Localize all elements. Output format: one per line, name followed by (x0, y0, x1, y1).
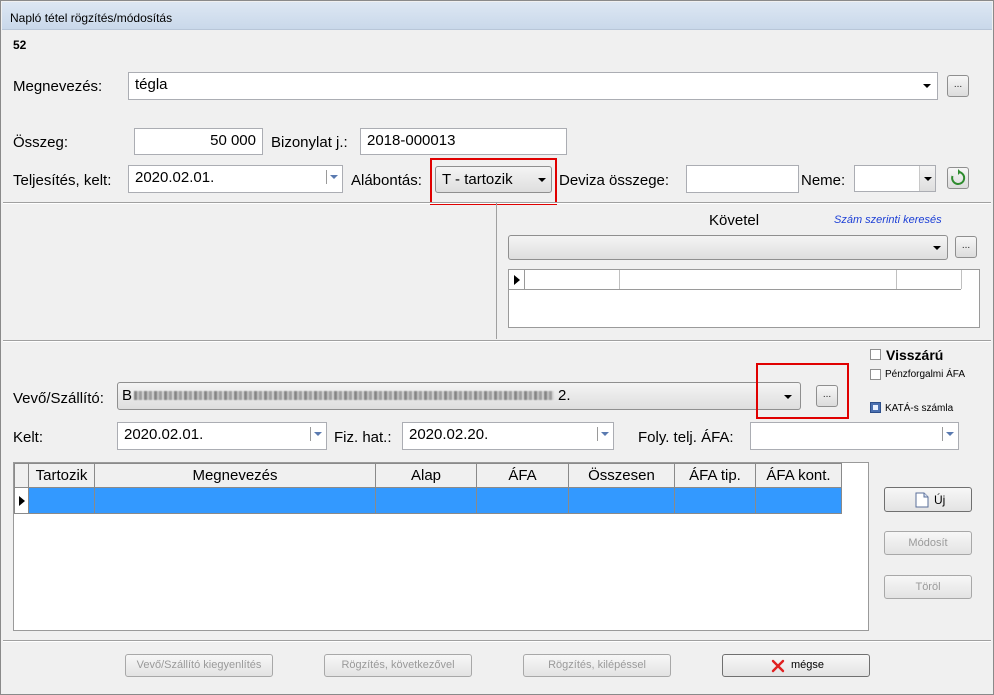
bizonylat-input[interactable]: 2018-000013 (360, 128, 567, 155)
title-bar: Napló tétel rögzítés/módosítás (2, 2, 992, 30)
megnevezes-browse-button[interactable]: ... (947, 75, 969, 97)
megse-button-label: mégse (791, 659, 825, 671)
modosit-button[interactable]: Módosít (884, 531, 972, 555)
alabontas-label: Alábontás: (351, 172, 422, 189)
column-header[interactable]: Tartozik (28, 463, 95, 488)
neme-label: Neme: (801, 172, 846, 189)
teljesites-label: Teljesítés, kelt: (13, 172, 112, 189)
bizonylat-label: Bizonylat j.: (271, 134, 348, 151)
kovetel-grid[interactable] (508, 269, 980, 328)
refresh-icon (951, 169, 966, 185)
teljesites-value: 2020.02.01. (135, 169, 215, 186)
close-icon (771, 659, 785, 673)
kata-szamla-label: KATÁ-s számla (885, 403, 954, 414)
megnevezes-label: Megnevezés: (13, 78, 103, 95)
column-header[interactable]: Összesen (568, 463, 675, 488)
table-header: Tartozik Megnevezés Alap ÁFA Összesen ÁF… (14, 463, 842, 488)
visszaru-label: Visszárú (886, 347, 944, 363)
column-header[interactable]: Alap (375, 463, 477, 488)
refresh-button[interactable] (947, 167, 969, 189)
visszaru-checkbox[interactable] (870, 349, 881, 360)
date-picker-icon[interactable] (310, 427, 322, 441)
column-header[interactable]: ÁFA (476, 463, 569, 488)
penzforgalmi-afa-checkbox[interactable] (870, 369, 881, 380)
chevron-down-icon (923, 84, 931, 88)
date-picker-icon[interactable] (597, 427, 609, 441)
kata-szamla-checkbox[interactable] (870, 402, 881, 413)
highlight-box-vevo (756, 363, 849, 419)
vevo-szallito-value-start: B (122, 387, 133, 404)
megnevezes-value: tégla (135, 76, 168, 93)
kelt-label: Kelt: (13, 429, 44, 446)
neme-combo[interactable] (854, 165, 936, 192)
uj-button-label: Új (934, 493, 946, 507)
kovetel-label: Követel (709, 212, 760, 229)
row-pointer-icon (19, 496, 25, 506)
kelt-date-field[interactable]: 2020.02.01. (117, 422, 327, 450)
divider (496, 203, 497, 339)
kelt-value: 2020.02.01. (124, 426, 204, 443)
kiegyenlites-button[interactable]: Vevő/Szállító kiegyenlítés (125, 654, 273, 677)
record-id: 52 (13, 38, 27, 52)
fiz-hat-label: Fiz. hat.: (334, 429, 392, 446)
torol-button[interactable]: Töröl (884, 575, 972, 599)
chevron-down-icon (933, 246, 941, 250)
foly-telj-afa-field[interactable] (750, 422, 959, 450)
osszeg-input[interactable]: 50 000 (134, 128, 263, 155)
vevo-szallito-value-end: 2. (558, 387, 571, 404)
fiz-hat-date-field[interactable]: 2020.02.20. (402, 422, 614, 450)
penzforgalmi-afa-label: Pénzforgalmi ÁFA (885, 369, 966, 380)
column-header[interactable]: ÁFA kont. (755, 463, 842, 488)
foly-telj-afa-label: Foly. telj. ÁFA: (638, 429, 734, 446)
chevron-down-icon (919, 166, 935, 191)
redacted-text (134, 391, 554, 400)
megnevezes-combo[interactable]: tégla (128, 72, 938, 100)
deviza-label: Deviza összege: (559, 172, 670, 189)
megse-button[interactable]: mégse (722, 654, 870, 677)
rogzites-kilepessel-button[interactable]: Rögzítés, kilépéssel (523, 654, 671, 677)
szam-szerinti-kereses-link[interactable]: Szám szerinti keresés (834, 214, 942, 226)
date-picker-icon[interactable] (942, 427, 954, 441)
date-picker-icon[interactable] (326, 170, 338, 184)
teljesites-date-field[interactable]: 2020.02.01. (128, 165, 343, 193)
window-title: Napló tétel rögzítés/módosítás (10, 11, 173, 25)
vevo-szallito-label: Vevő/Szállító: (13, 390, 104, 407)
dialog-window: Napló tétel rögzítés/módosítás 52 Megnev… (0, 0, 994, 695)
vevo-szallito-combo[interactable]: B 2. (117, 382, 801, 410)
table-row[interactable] (14, 487, 842, 514)
highlight-box-alabontas (430, 158, 557, 205)
fiz-hat-value: 2020.02.20. (409, 426, 489, 443)
deviza-input[interactable] (686, 165, 799, 193)
column-header[interactable]: ÁFA tip. (674, 463, 756, 488)
row-pointer-icon (514, 275, 520, 285)
rogzites-kovetkezovel-button[interactable]: Rögzítés, következővel (324, 654, 472, 677)
kovetel-combo[interactable] (508, 235, 948, 260)
uj-button[interactable]: Új (884, 487, 972, 512)
column-header[interactable]: Megnevezés (94, 463, 376, 488)
new-document-icon (915, 492, 929, 508)
kovetel-browse-button[interactable]: ... (955, 236, 977, 258)
tetel-grid[interactable]: Tartozik Megnevezés Alap ÁFA Összesen ÁF… (13, 462, 869, 631)
tetel-table: Tartozik Megnevezés Alap ÁFA Összesen ÁF… (14, 463, 842, 514)
osszeg-label: Összeg: (13, 134, 69, 151)
